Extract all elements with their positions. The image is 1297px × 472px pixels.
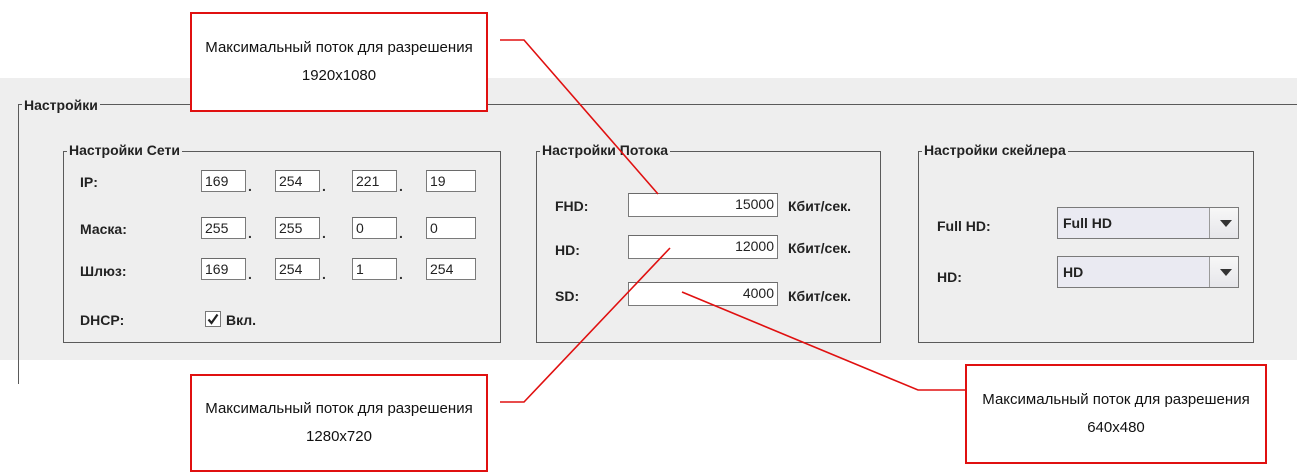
hd-callout-line: [500, 247, 671, 403]
sd-callout: Максимальный поток для разрешения 640x48…: [965, 364, 1267, 464]
fhd-callout: Максимальный поток для разрешения 1920x1…: [190, 12, 488, 112]
sd-callout-line: [681, 291, 968, 391]
hd-callout: Максимальный поток для разрешения 1280x7…: [190, 374, 488, 472]
fhd-callout-line: [500, 39, 659, 195]
